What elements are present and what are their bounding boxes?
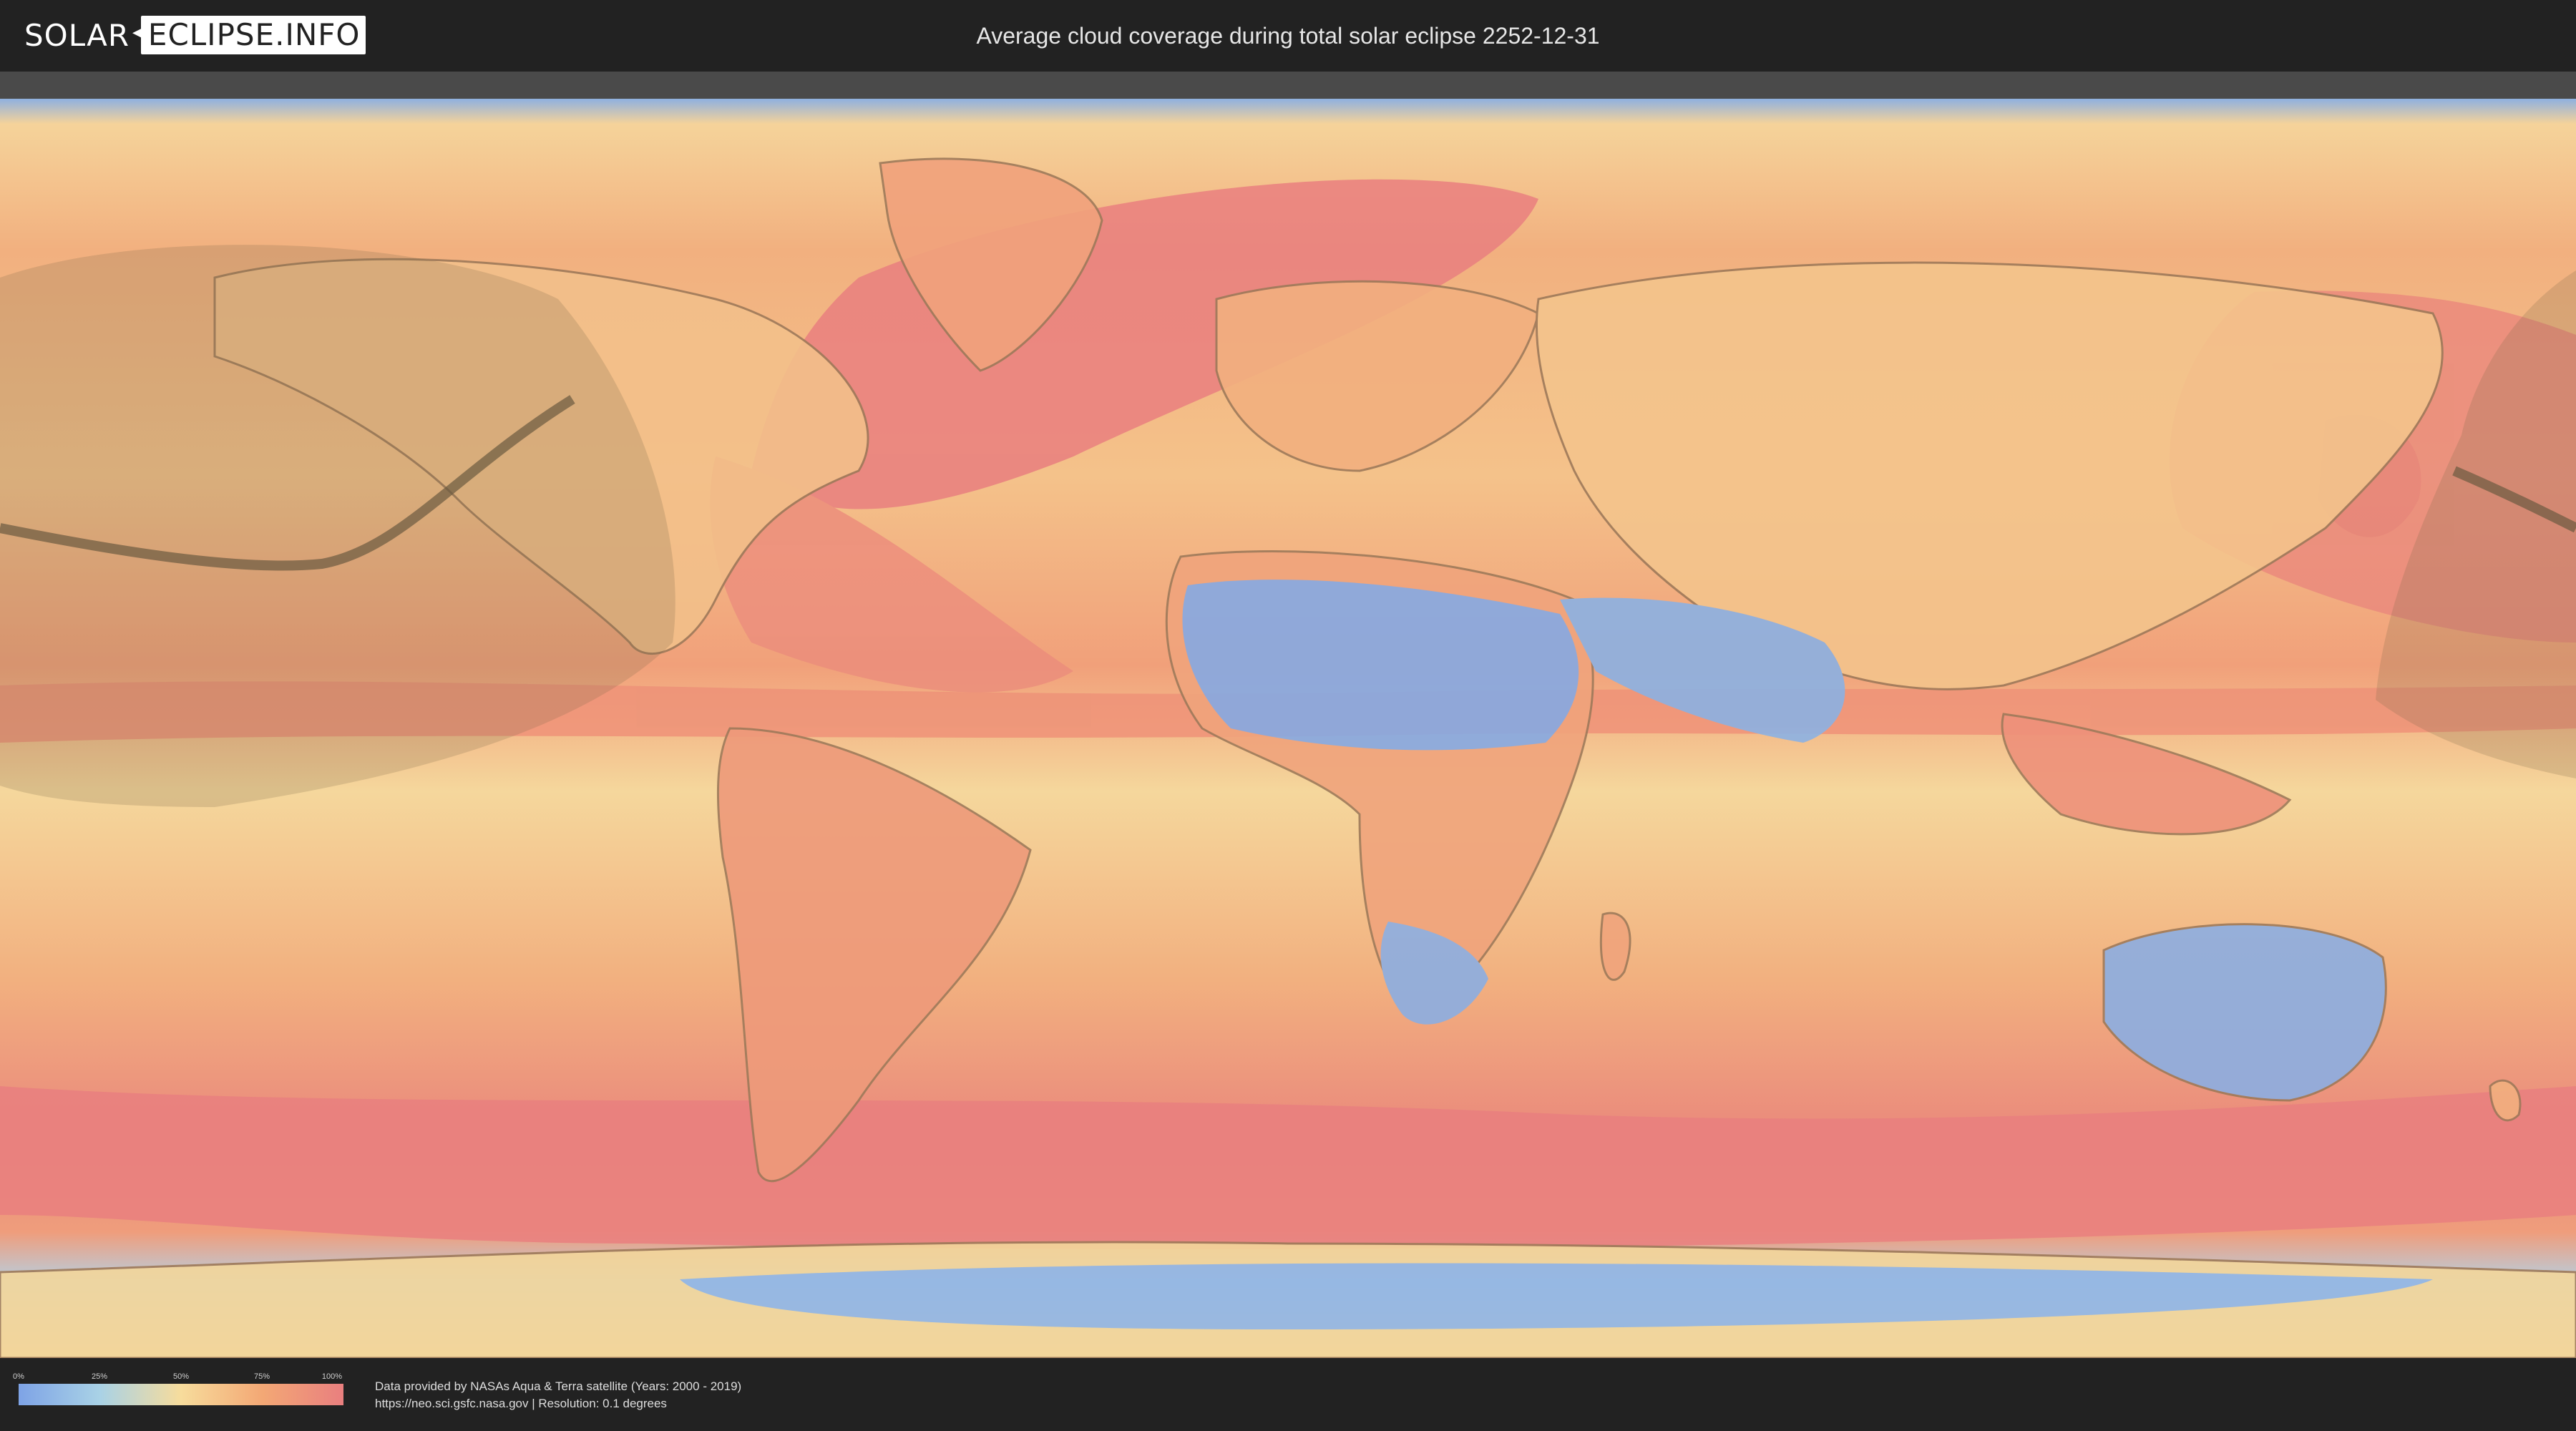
legend-tick-0: 0% — [13, 1372, 24, 1381]
legend-color-bar — [19, 1384, 343, 1405]
cloud-coverage-map[interactable] — [0, 99, 2576, 1358]
map-top-strip — [0, 72, 2576, 99]
page-title: Average cloud coverage during total sola… — [976, 23, 1600, 49]
legend-tick-25: 25% — [91, 1372, 108, 1381]
footer-bar: 0% 25% 50% 75% 100% Data provided by NAS… — [0, 1358, 2576, 1431]
header-bar: SOLAR ◀ ECLIPSE.INFO Average cloud cover… — [0, 0, 2576, 72]
credit-line-1: Data provided by NASAs Aqua & Terra sate… — [375, 1379, 742, 1393]
legend-tick-50: 50% — [172, 1372, 190, 1381]
legend-tick-100: 100% — [321, 1372, 343, 1381]
credit-line-2: https://neo.sci.gsfc.nasa.gov | Resoluti… — [375, 1397, 667, 1410]
data-credit: Data provided by NASAs Aqua & Terra sate… — [375, 1378, 741, 1412]
madagascar — [1599, 912, 1631, 981]
cloud-coverage-legend: 0% 25% 50% 75% 100% — [13, 1372, 343, 1415]
legend-tick-75: 75% — [253, 1372, 270, 1381]
